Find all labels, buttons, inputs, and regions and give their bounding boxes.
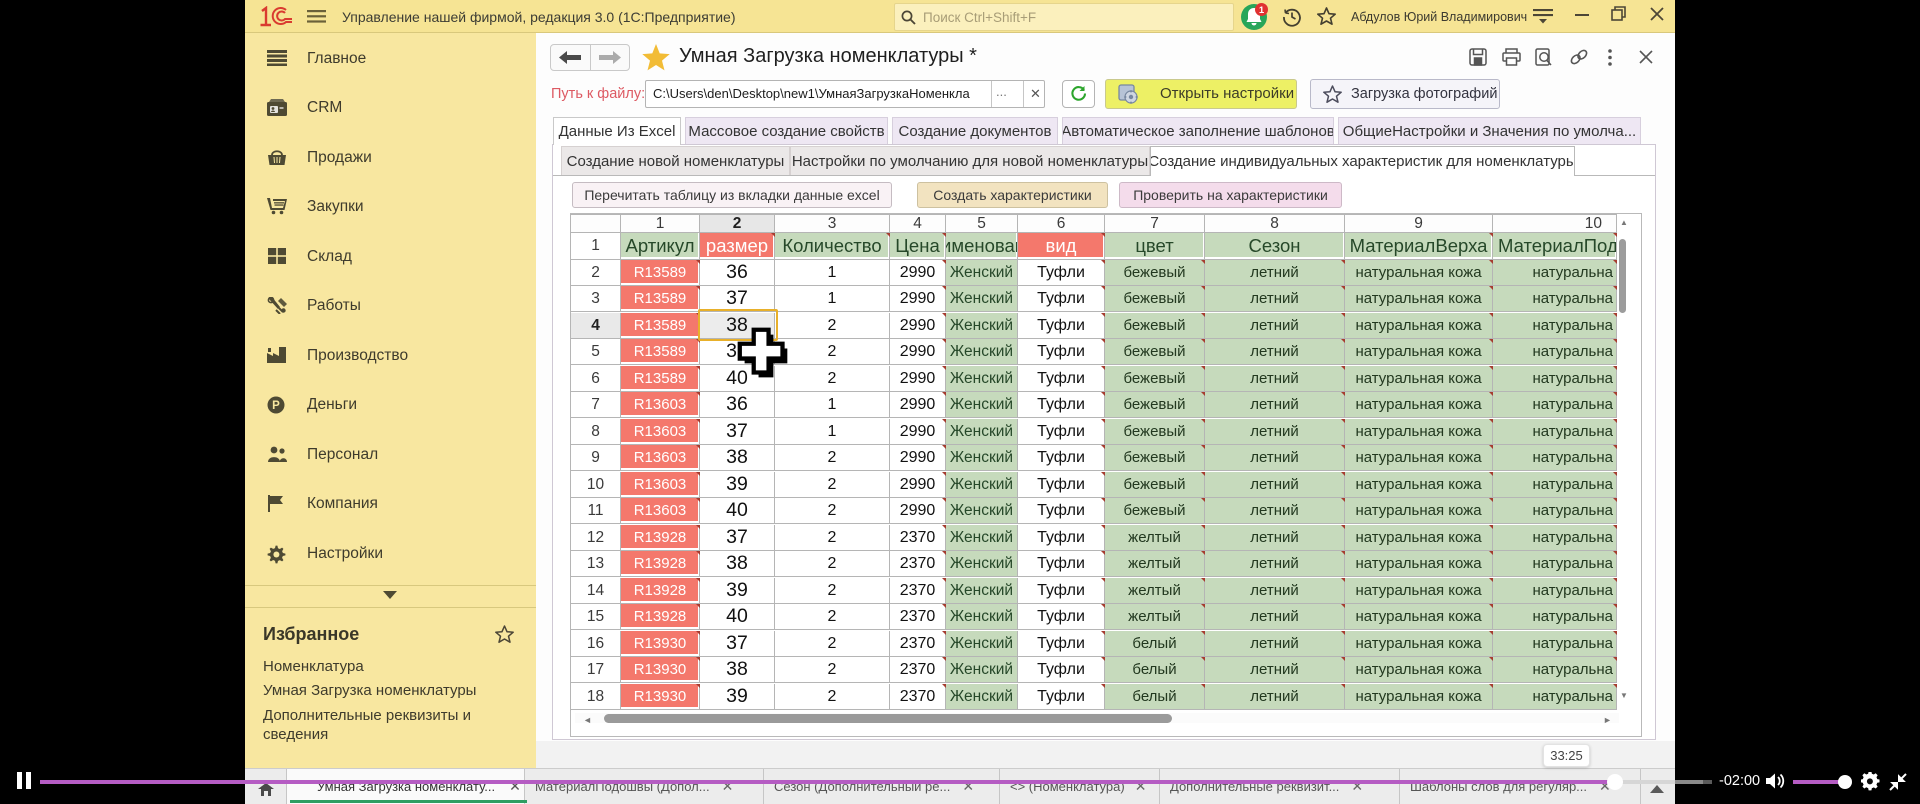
svg-text:1: 1 xyxy=(1259,5,1265,16)
svg-text:P: P xyxy=(272,400,280,412)
